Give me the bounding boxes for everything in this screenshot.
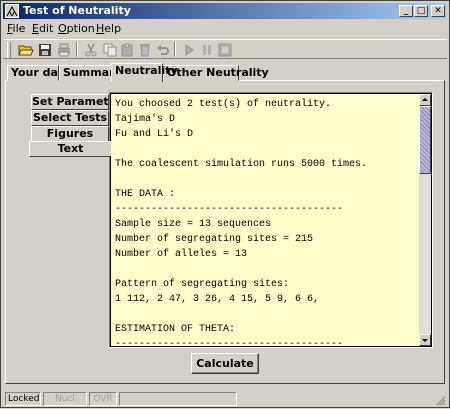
toolbar-separator [174, 42, 176, 57]
menu-file[interactable]: File [7, 22, 25, 36]
delete-icon[interactable] [136, 41, 152, 57]
menu-option[interactable]: Option [58, 22, 95, 36]
close-icon[interactable]: ✕ [431, 5, 445, 17]
scroll-up-icon[interactable] [419, 94, 431, 106]
toolbar-grip[interactable] [7, 42, 11, 58]
calculate-button[interactable]: Calculate [191, 353, 259, 374]
menu-bar: File Edit Option Help [3, 21, 447, 37]
app-window: Test of Neutrality _ □ ✕ File Edit Optio… [0, 0, 450, 408]
save-disk-icon[interactable] [36, 41, 52, 57]
tab-your-data[interactable]: Your data [7, 65, 71, 81]
status-bar: Locked Nucl OVR [3, 391, 447, 407]
output-text-view[interactable]: You choosed 2 test(s) of neutrality. Taj… [111, 94, 421, 346]
status-nucl: Nucl [43, 392, 87, 406]
output-text[interactable]: You choosed 2 test(s) of neutrality. Taj… [111, 94, 421, 346]
toolbar [3, 39, 447, 59]
print-icon[interactable] [55, 41, 71, 57]
copy-icon[interactable] [101, 41, 117, 57]
play-icon[interactable] [180, 41, 196, 57]
tab-summary[interactable]: Summary [59, 65, 122, 81]
menu-help[interactable]: Help [96, 22, 121, 36]
window-title: Test of Neutrality [23, 4, 131, 17]
output-text-area[interactable]: You choosed 2 test(s) of neutrality. Taj… [109, 92, 433, 348]
vertical-scrollbar[interactable] [419, 94, 431, 346]
status-message [119, 392, 237, 406]
status-ovr: OVR [89, 392, 117, 406]
stop-icon[interactable] [216, 41, 232, 57]
resize-grip-icon[interactable] [436, 396, 446, 406]
maximize-icon[interactable]: □ [414, 5, 428, 17]
title-bar[interactable]: Test of Neutrality _ □ ✕ [3, 3, 447, 19]
undo-icon[interactable] [154, 41, 170, 57]
side-tab-figures[interactable]: Figures [31, 126, 109, 142]
scroll-down-icon[interactable] [419, 334, 431, 346]
status-locked: Locked [5, 392, 41, 406]
tab-neutrality[interactable]: Neutrality [111, 63, 178, 82]
side-tab-text[interactable]: Text [29, 141, 111, 157]
side-tab-select-tests[interactable]: Select Tests [31, 110, 109, 126]
cut-icon[interactable] [82, 41, 98, 57]
minimize-icon[interactable]: _ [399, 5, 413, 17]
side-tab-set-parameters[interactable]: Set Parameters [31, 94, 128, 110]
scroll-thumb[interactable] [419, 106, 431, 174]
open-folder-icon[interactable] [17, 41, 34, 57]
phylogeny-tree-icon [5, 4, 19, 18]
menu-edit[interactable]: Edit [32, 22, 53, 36]
paste-icon[interactable] [118, 41, 134, 57]
toolbar-separator [76, 42, 78, 57]
pause-icon[interactable] [198, 41, 214, 57]
